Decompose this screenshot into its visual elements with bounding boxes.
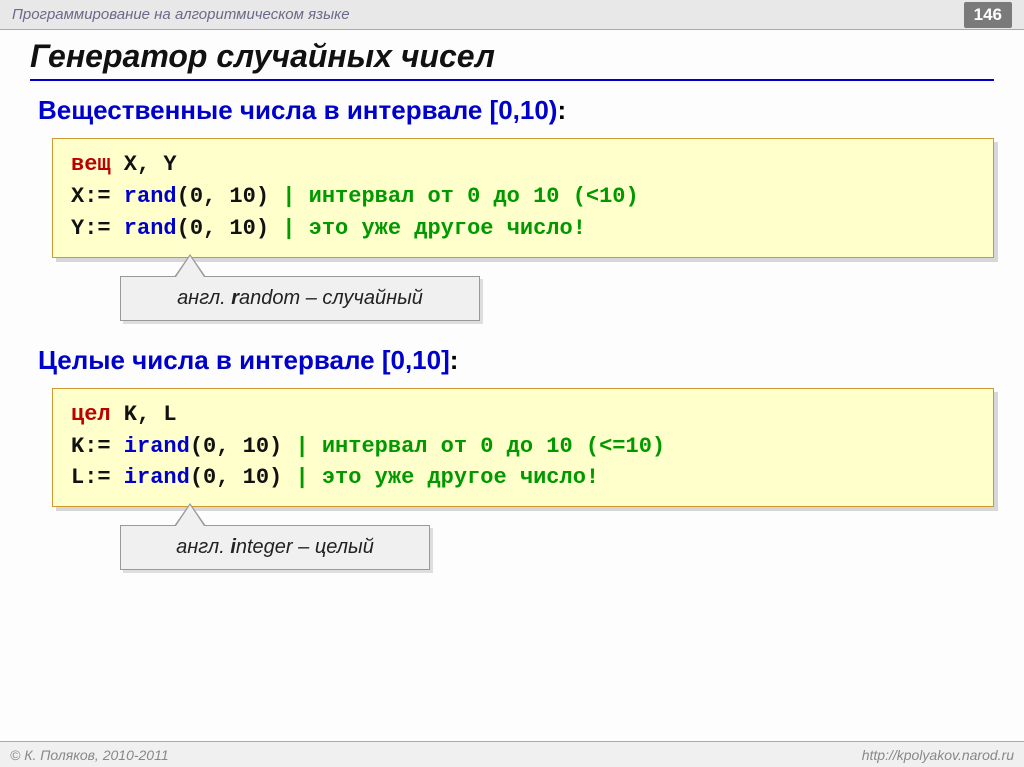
comment: | это уже другое число! — [282, 465, 599, 490]
callout-1: англ. random – случайный — [120, 276, 480, 321]
args: (0, 10) — [190, 434, 282, 459]
callout-2: англ. integer – целый — [120, 525, 430, 570]
callout-arrow — [176, 256, 204, 277]
section-1-heading: Вещественные числа в интервале [0,10): — [38, 95, 994, 126]
comment: | интервал от 0 до 10 (<10) — [269, 184, 639, 209]
heading-text: Вещественные числа в интервале [0,10) — [38, 95, 557, 125]
page-number: 146 — [964, 2, 1012, 28]
code-block-2: цел K, L K:= irand(0, 10) | интервал от … — [52, 388, 994, 508]
colon: : — [450, 345, 459, 375]
func: rand — [111, 216, 177, 241]
assign: L:= — [71, 465, 111, 490]
colon: : — [557, 95, 566, 125]
args: (0, 10) — [177, 216, 269, 241]
heading-text: Целые числа в интервале [0,10] — [38, 345, 450, 375]
breadcrumb: Программирование на алгоритмическом язык… — [12, 6, 350, 23]
tip-prefix: англ. — [176, 536, 230, 558]
tip-rest: andom – случайный — [239, 287, 423, 309]
vars: K, L — [111, 402, 177, 427]
page-title: Генератор случайных чисел — [30, 38, 994, 81]
slide-content: Генератор случайных чисел Вещественные ч… — [0, 30, 1024, 570]
callout-text: англ. integer – целый — [120, 525, 430, 570]
copyright: © К. Поляков, 2010-2011 — [10, 747, 169, 763]
header-bar: Программирование на алгоритмическом язык… — [0, 0, 1024, 30]
func: irand — [111, 465, 190, 490]
assign: K:= — [71, 434, 111, 459]
code-block-2-wrap: цел K, L K:= irand(0, 10) | интервал от … — [52, 388, 994, 508]
tip-prefix: англ. — [177, 287, 231, 309]
comment: | это уже другое число! — [269, 216, 586, 241]
section-2-heading: Целые числа в интервале [0,10]: — [38, 345, 994, 376]
code-block-1: вещ X, Y X:= rand(0, 10) | интервал от 0… — [52, 138, 994, 258]
func: irand — [111, 434, 190, 459]
assign: Y:= — [71, 216, 111, 241]
tip-bold: r — [231, 287, 239, 309]
assign: X:= — [71, 184, 111, 209]
comment: | интервал от 0 до 10 (<=10) — [282, 434, 665, 459]
source-url: http://kpolyakov.narod.ru — [862, 747, 1014, 763]
args: (0, 10) — [190, 465, 282, 490]
vars: X, Y — [111, 152, 177, 177]
callout-arrow — [176, 505, 204, 526]
func: rand — [111, 184, 177, 209]
keyword: вещ — [71, 152, 111, 177]
footer: © К. Поляков, 2010-2011 http://kpolyakov… — [0, 741, 1024, 767]
code-block-1-wrap: вещ X, Y X:= rand(0, 10) | интервал от 0… — [52, 138, 994, 258]
tip-rest: nteger – целый — [236, 536, 374, 558]
args: (0, 10) — [177, 184, 269, 209]
keyword: цел — [71, 402, 111, 427]
callout-text: англ. random – случайный — [120, 276, 480, 321]
